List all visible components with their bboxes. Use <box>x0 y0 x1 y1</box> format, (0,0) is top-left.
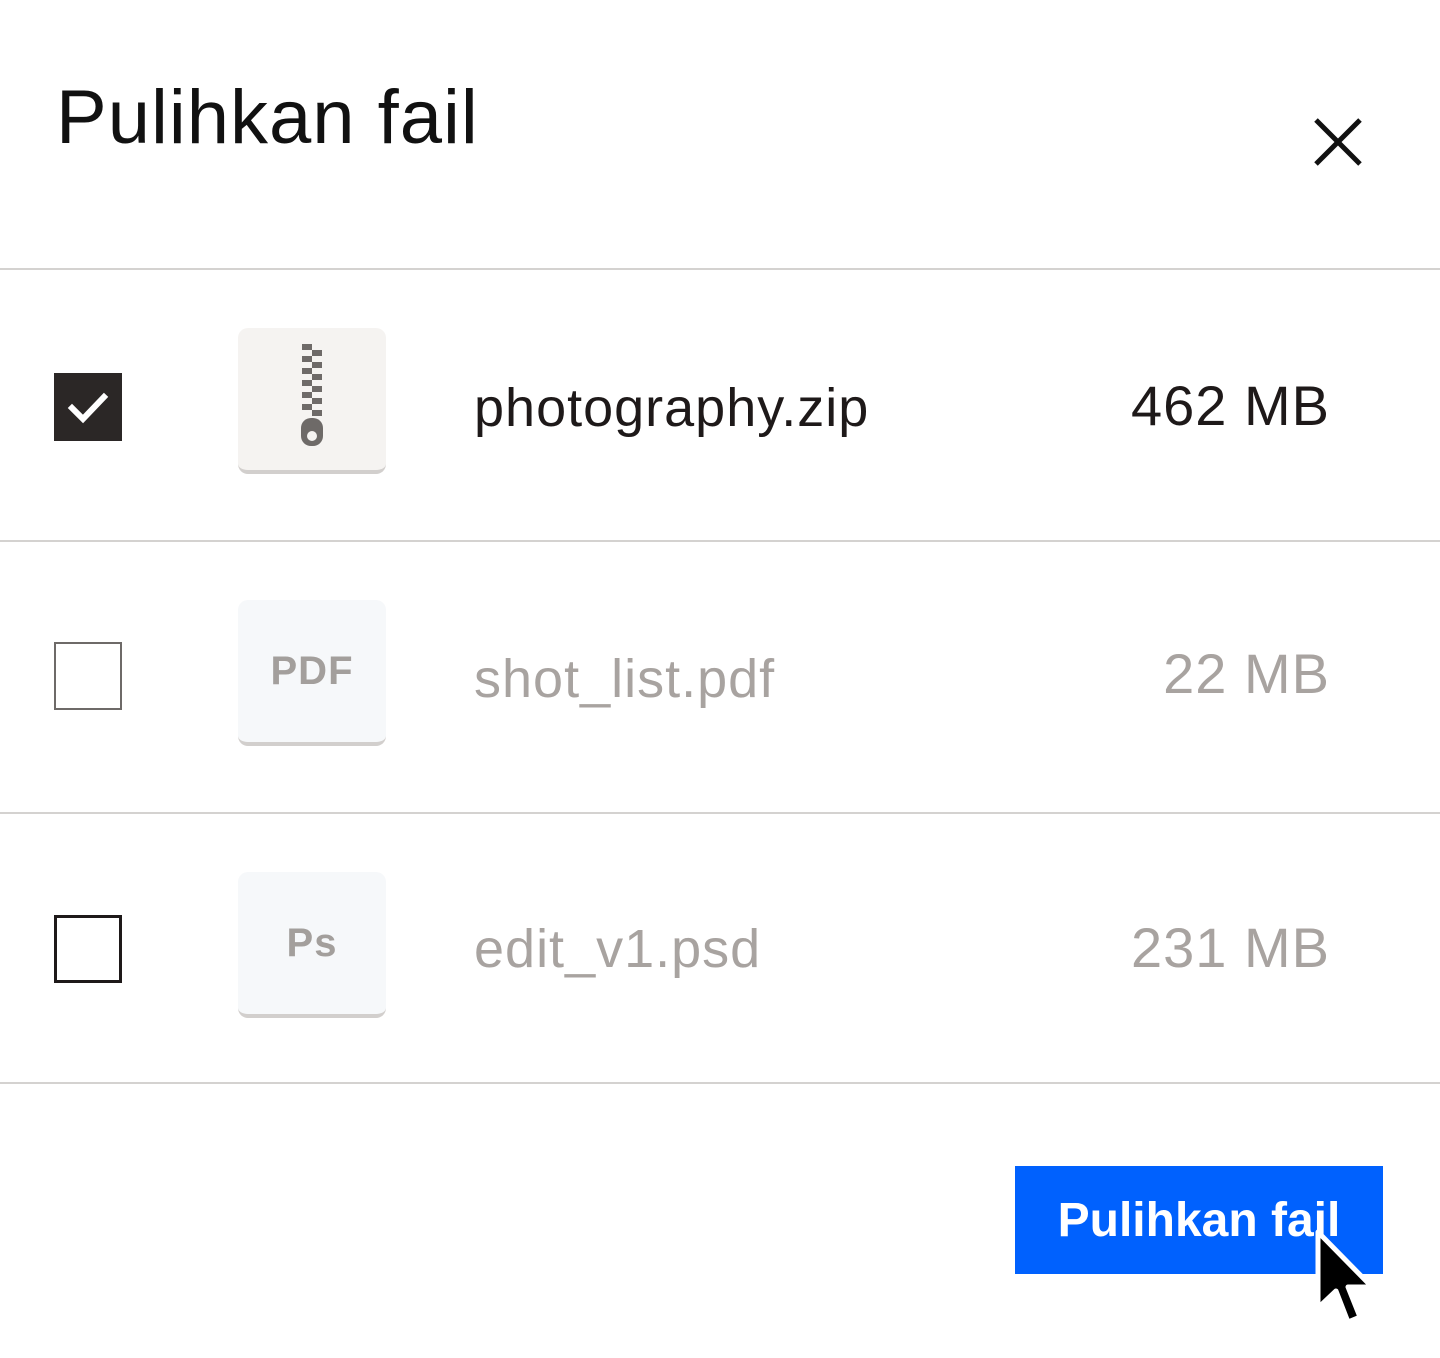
file-row-photography[interactable]: photography.zip 462 MB <box>0 270 1440 540</box>
dialog-title: Pulihkan fail <box>56 75 479 160</box>
psd-file-icon: Ps <box>238 872 386 1018</box>
file-type-label: Ps <box>286 920 338 965</box>
close-icon <box>1314 118 1362 166</box>
zip-file-icon <box>238 328 386 474</box>
file-row-edit-v1[interactable]: Ps edit_v1.psd 231 MB <box>0 814 1440 1084</box>
file-row-shot-list[interactable]: PDF shot_list.pdf 22 MB <box>0 542 1440 812</box>
file-name: photography.zip <box>474 378 870 438</box>
file-checkbox-checked[interactable] <box>54 373 122 441</box>
pdf-file-icon: PDF <box>238 600 386 746</box>
file-size: 462 MB <box>1131 374 1330 437</box>
restore-files-button[interactable]: Pulihkan fail <box>1015 1166 1383 1274</box>
file-name: edit_v1.psd <box>474 919 762 979</box>
checkmark-icon <box>67 392 109 424</box>
file-size: 22 MB <box>1163 642 1330 705</box>
file-type-label: PDF <box>270 648 354 693</box>
file-checkbox[interactable] <box>54 915 122 983</box>
divider <box>0 1082 1440 1084</box>
close-button[interactable] <box>1304 108 1372 176</box>
file-name: shot_list.pdf <box>474 649 776 709</box>
file-checkbox[interactable] <box>54 642 122 710</box>
file-size: 231 MB <box>1131 916 1330 979</box>
